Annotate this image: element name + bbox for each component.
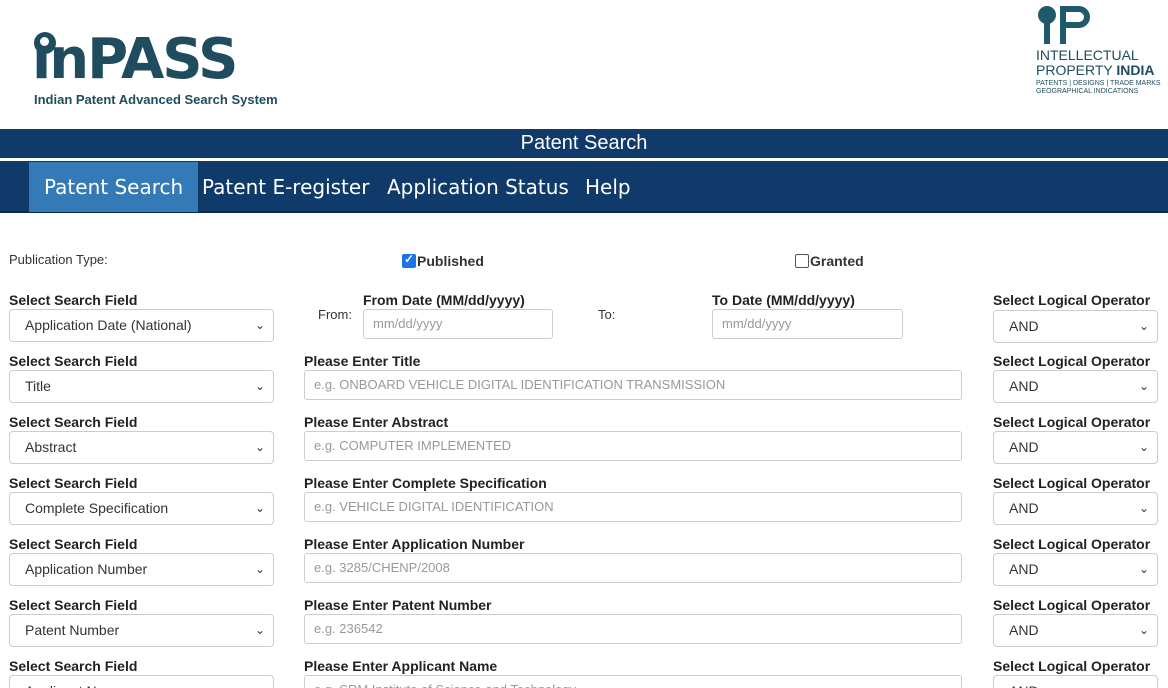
nav-patent-search[interactable]: Patent Search [29,162,199,212]
chevron-down-icon: ⌄ [254,501,265,515]
search-input-label: Please Enter Applicant Name [304,658,498,674]
ip-india-line3: PATENTS | DESIGNS | TRADE MARKS [1036,80,1161,87]
search-field-select[interactable]: Patent Number ⌄ [9,614,274,647]
to-date-input[interactable]: mm/dd/yyyy [712,309,903,339]
logical-operator-label: Select Logical Operator [993,353,1151,369]
search-term-input[interactable]: e.g. SRM Institute of Science and Techno… [304,675,962,688]
chevron-down-icon: ⌄ [254,440,265,454]
ip-india-logo[interactable]: INTELLECTUAL PROPERTY INDIA PATENTS | DE… [1036,6,1164,98]
search-field-label: Select Search Field [9,597,138,613]
search-term-input[interactable]: e.g. COMPUTER IMPLEMENTED [304,431,962,461]
search-input-label: Please Enter Complete Specification [304,475,547,491]
nav-help[interactable]: Help [570,162,646,212]
logical-operator-select[interactable]: AND ⌄ [993,310,1158,343]
logical-operator-value: AND [1009,318,1039,334]
search-field-value: Complete Specification [25,500,169,516]
search-field-select[interactable]: Title ⌄ [9,370,274,403]
search-field-label: Select Search Field [9,414,138,430]
logical-operator-select[interactable]: AND ⌄ [993,675,1158,688]
nav-patent-e-register[interactable]: Patent E-register [187,162,384,212]
logical-operator-select[interactable]: AND ⌄ [993,492,1158,525]
chevron-down-icon: ⌄ [1138,440,1149,454]
search-field-label: Select Search Field [9,475,138,491]
published-option[interactable]: Published [402,252,484,269]
chevron-down-icon: ⌄ [1138,319,1149,333]
search-input-label: Please Enter Title [304,353,421,369]
logical-operator-select[interactable]: AND ⌄ [993,614,1158,647]
chevron-down-icon: ⌄ [255,676,265,688]
search-field-value: Abstract [25,439,77,455]
search-field-value: Application Number [25,561,148,577]
chevron-down-icon: ⌄ [1138,501,1149,515]
granted-option[interactable]: Granted [795,253,864,269]
ip-india-line1: INTELLECTUAL [1036,47,1139,63]
to-label: To: [598,307,616,322]
logical-operator-label: Select Logical Operator [993,597,1151,613]
chevron-down-icon: ⌄ [1139,676,1149,688]
ip-india-line2: PROPERTY INDIA [1036,62,1155,78]
search-field-select[interactable]: Complete Specification ⌄ [9,492,274,525]
search-term-input[interactable]: e.g. 236542 [304,614,962,644]
chevron-down-icon: ⌄ [1138,562,1149,576]
ip-india-emblem-icon [1038,6,1090,46]
page-title-bar: Patent Search [0,129,1168,158]
logical-operator-value: AND [1009,500,1039,516]
search-field-label: Select Search Field [9,353,138,369]
granted-checkbox[interactable] [795,254,809,268]
chevron-down-icon: ⌄ [254,623,265,637]
logical-operator-value: AND [1009,378,1039,394]
logical-operator-value: AND [1009,683,1039,688]
logical-operator-label: Select Logical Operator [993,658,1151,674]
logical-operator-label: Select Logical Operator [993,475,1151,491]
logo-text: inPASS [32,27,238,92]
search-input-label: Please Enter Abstract [304,414,449,430]
search-field-value: Title [25,378,51,394]
from-date-label: From Date (MM/dd/yyyy) [363,292,525,308]
search-field-value: Applicant Name [25,683,124,688]
search-term-input[interactable]: e.g. VEHICLE DIGITAL IDENTIFICATION [304,492,962,522]
search-field-select[interactable]: Abstract ⌄ [9,431,274,464]
chevron-down-icon: ⌄ [1138,623,1149,637]
search-input-label: Please Enter Application Number [304,536,525,552]
chevron-down-icon: ⌄ [254,379,265,393]
from-date-input[interactable]: mm/dd/yyyy [363,309,553,339]
logical-operator-value: AND [1009,439,1039,455]
granted-label: Granted [810,253,864,269]
logical-operator-select[interactable]: AND ⌄ [993,553,1158,586]
search-field-select[interactable]: Application Date (National) ⌄ [9,309,274,342]
search-term-input[interactable]: e.g. 3285/CHENP/2008 [304,553,962,583]
search-field-select[interactable]: Applicant Name ⌄ [9,675,274,688]
logical-operator-value: AND [1009,622,1039,638]
logical-operator-select[interactable]: AND ⌄ [993,370,1158,403]
globe-icon [34,32,56,54]
search-field-label: Select Search Field [9,292,138,308]
search-field-label: Select Search Field [9,658,138,674]
logical-operator-value: AND [1009,561,1039,577]
published-label: Published [417,253,484,269]
published-checkbox[interactable] [402,252,416,268]
search-field-select[interactable]: Application Number ⌄ [9,553,274,586]
nav-application-status[interactable]: Application Status [372,162,584,212]
logical-operator-label: Select Logical Operator [993,536,1151,552]
chevron-down-icon: ⌄ [254,562,265,576]
to-date-label: To Date (MM/dd/yyyy) [712,292,855,308]
from-label: From: [318,307,352,322]
search-term-input[interactable]: e.g. ONBOARD VEHICLE DIGITAL IDENTIFICAT… [304,370,962,400]
inpass-logo[interactable]: inPASS Indian Patent Advanced Search Sys… [32,30,282,110]
logical-operator-label: Select Logical Operator [993,414,1151,430]
logical-operator-select[interactable]: AND ⌄ [993,431,1158,464]
logical-operator-label: Select Logical Operator [993,292,1151,308]
logo-subtitle: Indian Patent Advanced Search System [34,92,278,107]
search-field-value: Application Date (National) [25,317,192,333]
chevron-down-icon: ⌄ [254,318,265,332]
search-field-value: Patent Number [25,622,120,638]
publication-type-label: Publication Type: [9,252,108,267]
search-input-label: Please Enter Patent Number [304,597,492,613]
chevron-down-icon: ⌄ [1138,379,1149,393]
search-field-label: Select Search Field [9,536,138,552]
main-nav: Patent Search Patent E-register Applicat… [0,161,1168,213]
ip-india-line4: GEOGRAPHICAL INDICATIONS [1036,88,1139,95]
